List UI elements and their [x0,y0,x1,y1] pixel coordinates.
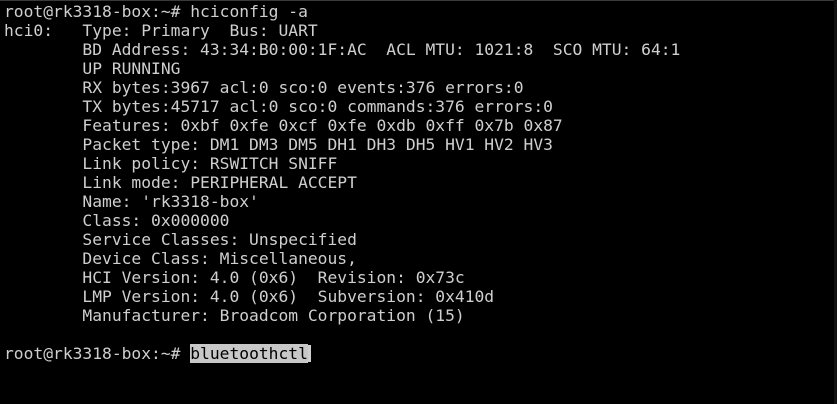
output-line: Service Classes: Unspecified [4,230,357,249]
terminal-window[interactable]: root@rk3318-box:~# hciconfig -a hci0: Ty… [0,0,837,404]
prompt: root@rk3318-box:~# [4,2,191,21]
text-cursor [307,345,311,362]
output-line: Device Class: Miscellaneous, [4,249,357,268]
command-text: hciconfig -a [190,2,308,21]
output-line: Link policy: RSWITCH SNIFF [4,154,338,173]
prompt: root@rk3318-box:~# [4,344,191,363]
output-line: HCI Version: 4.0 (0x6) Revision: 0x73c [4,268,465,287]
output-line: Packet type: DM1 DM3 DM5 DH1 DH3 DH5 HV1… [4,135,553,154]
output-line: Name: 'rk3318-box' [4,192,259,211]
command-line-1: root@rk3318-box:~# hciconfig -a [4,2,837,21]
output-line: Features: 0xbf 0xfe 0xcf 0xfe 0xdb 0xff … [4,116,563,135]
output-line: Class: 0x000000 [4,211,230,230]
output-line: Manufacturer: Broadcom Corporation (15) [4,306,465,325]
output-line: BD Address: 43:34:B0:00:1F:AC ACL MTU: 1… [4,40,681,59]
output-line: UP RUNNING [4,59,181,78]
output-line: hci0: Type: Primary Bus: UART [4,21,318,40]
selected-command-text[interactable]: bluetoothctl [190,344,308,363]
output-line: Link mode: PERIPHERAL ACCEPT [4,173,357,192]
output-line: LMP Version: 4.0 (0x6) Subversion: 0x410… [4,287,495,306]
output-line: TX bytes:45717 acl:0 sco:0 commands:376 … [4,97,553,116]
output-line: RX bytes:3967 acl:0 sco:0 events:376 err… [4,78,524,97]
command-line-2[interactable]: root@rk3318-box:~# bluetoothctl [4,344,837,363]
